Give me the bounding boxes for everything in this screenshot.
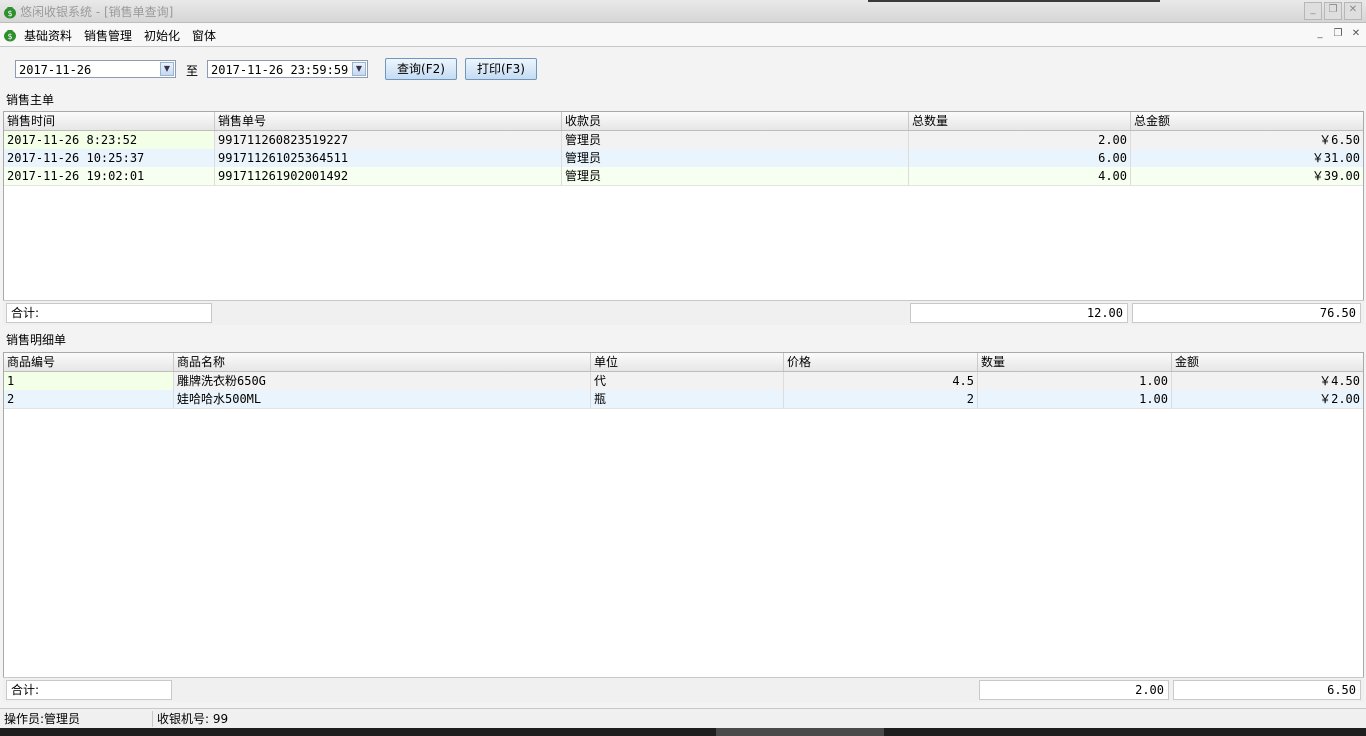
- detail-total-bar: 合计: 2.00 6.50: [3, 677, 1364, 702]
- cell-sale-number: 991711261025364511: [215, 149, 562, 167]
- start-date-value: 2017-11-26: [19, 63, 92, 77]
- money-bag-icon: $: [4, 30, 16, 42]
- title-bar: $ 悠闲收银系统 - [销售单查询] _ ❐ ✕: [0, 0, 1366, 23]
- master-grid-header: 销售时间 销售单号 收款员 总数量 总金额: [4, 112, 1363, 131]
- col-price[interactable]: 价格: [784, 353, 978, 371]
- col-total-qty[interactable]: 总数量: [909, 112, 1131, 130]
- master-total-amount: 76.50: [1132, 303, 1361, 323]
- cell-total-qty: 4.00: [909, 167, 1131, 185]
- close-button[interactable]: ✕: [1344, 2, 1362, 20]
- start-date-picker[interactable]: 2017-11-26 ▼: [15, 60, 176, 78]
- cell-cashier: 管理员: [562, 149, 909, 167]
- menu-sales-management[interactable]: 销售管理: [84, 27, 132, 44]
- cell-sale-time: 2017-11-26 8:23:52: [4, 131, 215, 149]
- svg-text:$: $: [7, 9, 12, 18]
- cell-cashier: 管理员: [562, 131, 909, 149]
- cell-sale-number: 991711260823519227: [215, 131, 562, 149]
- cell-price: 4.5: [784, 372, 978, 390]
- end-date-value: 2017-11-26 23:59:59: [211, 63, 349, 77]
- mdi-minimize-button[interactable]: _: [1314, 28, 1326, 40]
- cell-amount: ￥4.50: [1319, 374, 1360, 388]
- to-label: 至: [186, 64, 199, 78]
- col-sale-time[interactable]: 销售时间: [4, 112, 215, 130]
- master-total-bar: 合计: 12.00 76.50: [3, 300, 1364, 325]
- table-row[interactable]: 2017-11-26 10:25:37 991711261025364511 管…: [4, 149, 1363, 168]
- status-bar: 操作员:管理员 收银机号: 99: [0, 708, 1366, 729]
- cell-product-code: 2: [4, 390, 174, 408]
- cell-quantity: 1.00: [978, 372, 1172, 390]
- mdi-restore-button[interactable]: ❐: [1332, 28, 1344, 40]
- col-amount[interactable]: 金额: [1172, 353, 1363, 371]
- detail-section-label: 销售明细单: [6, 333, 67, 347]
- status-terminal: 收银机号: 99: [157, 712, 229, 726]
- col-product-name[interactable]: 商品名称: [174, 353, 591, 371]
- restore-button[interactable]: ❐: [1324, 2, 1342, 20]
- taskbar: [0, 728, 1366, 736]
- query-button[interactable]: 查询(F2): [385, 58, 457, 80]
- cell-cashier: 管理员: [562, 167, 909, 185]
- taskbar-item[interactable]: [716, 728, 884, 736]
- cell-sale-time: 2017-11-26 19:02:01: [4, 167, 215, 185]
- master-grid: 销售时间 销售单号 收款员 总数量 总金额 2017-11-26 8:23:52…: [3, 111, 1364, 301]
- cell-total-qty: 6.00: [909, 149, 1131, 167]
- chevron-down-icon[interactable]: ▼: [160, 62, 174, 76]
- cell-total-amount: ￥39.00: [1311, 169, 1360, 183]
- table-row[interactable]: 2017-11-26 19:02:01 991711261902001492 管…: [4, 167, 1363, 186]
- menu-bar: $ 基础资料 销售管理 初始化 窗体 _ ❐ ✕: [0, 23, 1366, 47]
- cell-product-name: 娃哈哈水500ML: [174, 390, 591, 408]
- overlay-strip: [868, 0, 1160, 2]
- end-date-picker[interactable]: 2017-11-26 23:59:59 ▼: [207, 60, 368, 78]
- table-row[interactable]: 1 雕牌洗衣粉650G 代 4.5 1.00 ￥4.50: [4, 372, 1363, 391]
- table-row[interactable]: 2017-11-26 8:23:52 991711260823519227 管理…: [4, 131, 1363, 150]
- cell-sale-time: 2017-11-26 10:25:37: [4, 149, 215, 167]
- cell-price: 2: [784, 390, 978, 408]
- cell-product-code: 1: [4, 372, 174, 390]
- cell-total-amount: ￥6.50: [1319, 133, 1360, 147]
- cell-unit: 瓶: [591, 390, 784, 408]
- detail-grid: 商品编号 商品名称 单位 价格 数量 金额 1 雕牌洗衣粉650G 代 4.5 …: [3, 352, 1364, 678]
- detail-grid-header: 商品编号 商品名称 单位 价格 数量 金额: [4, 353, 1363, 372]
- col-cashier[interactable]: 收款员: [562, 112, 909, 130]
- col-total-amount[interactable]: 总金额: [1131, 112, 1363, 130]
- menu-initialize[interactable]: 初始化: [144, 27, 180, 44]
- detail-total-label: 合计:: [6, 680, 172, 700]
- chevron-down-icon[interactable]: ▼: [352, 62, 366, 76]
- master-total-qty: 12.00: [910, 303, 1128, 323]
- detail-total-amount: 6.50: [1173, 680, 1361, 700]
- menu-window[interactable]: 窗体: [192, 27, 216, 44]
- print-button[interactable]: 打印(F3): [465, 58, 537, 80]
- minimize-button[interactable]: _: [1304, 2, 1322, 20]
- cell-total-qty: 2.00: [909, 131, 1131, 149]
- cell-amount: ￥2.00: [1319, 392, 1360, 406]
- status-operator: 操作员:管理员: [0, 711, 153, 727]
- col-quantity[interactable]: 数量: [978, 353, 1172, 371]
- mdi-close-button[interactable]: ✕: [1350, 28, 1362, 40]
- detail-total-qty: 2.00: [979, 680, 1169, 700]
- cell-product-name: 雕牌洗衣粉650G: [174, 372, 591, 390]
- cell-quantity: 1.00: [978, 390, 1172, 408]
- table-row[interactable]: 2 娃哈哈水500ML 瓶 2 1.00 ￥2.00: [4, 390, 1363, 409]
- col-sale-number[interactable]: 销售单号: [215, 112, 562, 130]
- col-product-code[interactable]: 商品编号: [4, 353, 174, 371]
- cell-sale-number: 991711261902001492: [215, 167, 562, 185]
- cell-unit: 代: [591, 372, 784, 390]
- cell-total-amount: ￥31.00: [1311, 151, 1360, 165]
- money-bag-icon: $: [4, 7, 16, 19]
- window-title: 悠闲收银系统 - [销售单查询]: [20, 5, 174, 19]
- col-unit[interactable]: 单位: [591, 353, 784, 371]
- master-section-label: 销售主单: [6, 93, 55, 107]
- menu-basic-data[interactable]: 基础资料: [24, 27, 72, 44]
- svg-text:$: $: [7, 32, 12, 41]
- master-total-label: 合计:: [6, 303, 212, 323]
